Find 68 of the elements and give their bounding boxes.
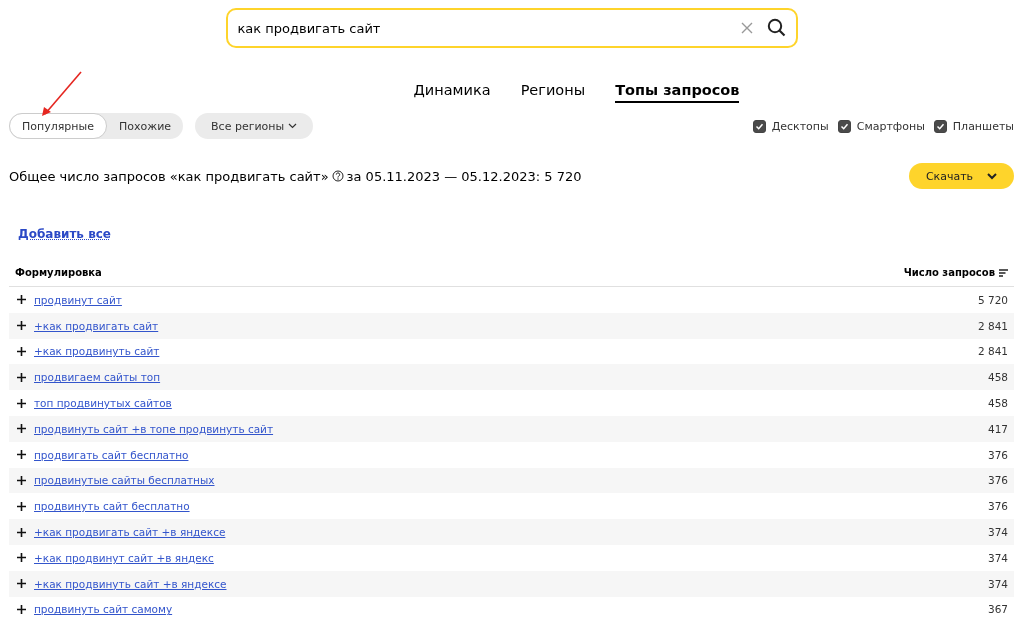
region-dropdown[interactable]: Все регионы (195, 113, 314, 139)
query-link[interactable]: продвинуть сайт самому (34, 603, 173, 616)
query-count: 367 (987, 603, 1008, 616)
plus-icon[interactable] (17, 450, 26, 460)
query-link[interactable]: продвинут сайт (34, 293, 122, 306)
query-link[interactable]: +как продвигать сайт +в яндексе (34, 526, 226, 539)
query-link[interactable]: продвигаем сайты топ (34, 371, 161, 384)
download-button[interactable]: Скачать (909, 163, 1014, 189)
query-link[interactable]: +как продвинут сайт +в яндекс (34, 551, 214, 564)
summary-text: Общее число запросов «как продвигать сайт» (9, 168, 329, 184)
segment-button[interactable]: Популярные (9, 113, 107, 139)
plus-icon[interactable] (17, 347, 26, 356)
query-link[interactable]: +как продвигать сайт (34, 319, 159, 332)
column-header: Формулировка (15, 267, 102, 278)
checkbox[interactable] (752, 119, 766, 133)
column-header[interactable]: Число запросов (903, 267, 995, 278)
add-all-link[interactable]: Добавить все (18, 227, 111, 241)
query-link[interactable]: топ продвинутых сайтов (34, 397, 172, 410)
search-icon[interactable] (766, 18, 786, 37)
plus-icon[interactable] (17, 501, 26, 511)
check-icon (935, 121, 945, 131)
plus-icon[interactable] (17, 424, 26, 434)
query-count: 458 (987, 397, 1008, 410)
query-count: 376 (987, 474, 1008, 487)
plus-icon[interactable] (17, 295, 26, 305)
query-link[interactable]: продвинуть сайт +в топе продвинуть сайт (34, 422, 274, 435)
checkbox-label: Десктопы (771, 119, 829, 133)
check-icon (839, 121, 849, 131)
query-count: 2 841 (977, 319, 1008, 332)
query-link[interactable]: +как продвинуть сайт +в яндексе (34, 577, 227, 590)
search-field[interactable]: как продвигать сайт (225, 8, 798, 48)
checkbox[interactable] (837, 119, 851, 133)
query-link[interactable]: продвинутые сайты бесплатных (34, 474, 215, 487)
checkbox-label: Планшеты (952, 119, 1014, 133)
tab[interactable]: Динамика (413, 80, 491, 103)
checkbox[interactable] (933, 119, 947, 133)
query-link[interactable]: +как продвинуть сайт (34, 345, 160, 358)
plus-icon[interactable] (17, 553, 26, 563)
caret-icon (288, 123, 298, 129)
query-count: 417 (987, 422, 1008, 435)
sort-icon[interactable] (999, 268, 1008, 277)
tab[interactable]: Регионы (520, 80, 586, 103)
query-count: 376 (987, 500, 1008, 513)
plus-icon[interactable] (17, 475, 26, 485)
query-link[interactable]: продвинуть сайт бесплатно (34, 500, 190, 513)
check-icon (754, 121, 764, 131)
plus-icon[interactable] (17, 398, 26, 408)
query-count: 374 (987, 577, 1008, 590)
segment-button[interactable]: Похожие (107, 113, 184, 139)
summary-text: за 05.11.2023 — 05.12.2023: 5 720 (346, 168, 582, 184)
plus-icon[interactable] (17, 321, 26, 331)
query-count: 374 (987, 551, 1008, 564)
arrow-annotation (41, 71, 83, 117)
plus-icon[interactable] (17, 527, 26, 537)
query-count: 2 841 (977, 345, 1008, 358)
query-count: 5 720 (977, 293, 1008, 306)
checkbox-label: Смартфоны (856, 119, 925, 133)
plus-icon[interactable] (17, 372, 26, 382)
query-link[interactable]: продвигать сайт бесплатно (34, 448, 189, 461)
plus-icon[interactable] (17, 579, 26, 589)
clear-icon[interactable] (740, 21, 753, 34)
query-count: 458 (987, 371, 1008, 384)
tab[interactable]: Топы запросов (615, 80, 740, 103)
plus-icon[interactable] (17, 604, 26, 614)
caret-icon (987, 172, 998, 180)
query-count: 374 (987, 526, 1008, 539)
help-icon[interactable] (331, 170, 344, 182)
query-count: 376 (987, 448, 1008, 461)
